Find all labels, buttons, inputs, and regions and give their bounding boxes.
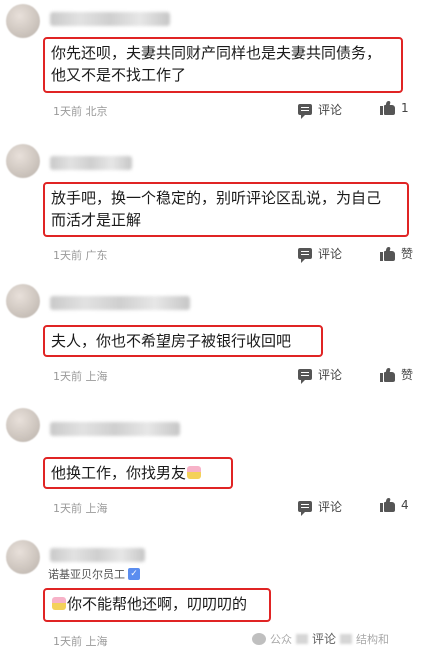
- thumbs-up-icon: [380, 367, 395, 382]
- like-count: 1: [401, 101, 409, 115]
- reply-button[interactable]: 评论: [298, 101, 343, 119]
- like-button[interactable]: 4: [380, 498, 409, 512]
- thumbs-up-icon: [380, 498, 395, 512]
- watermark-suffix: 结构和: [356, 632, 390, 646]
- username-blurred[interactable]: [50, 296, 190, 310]
- comment-line: 你先还呗，夫妻共同财产同样也是夫妻共同债务，: [51, 44, 382, 62]
- watermark: 公众 评论 结构和: [252, 630, 389, 647]
- wechat-icon: [252, 632, 266, 645]
- reply-button[interactable]: 评论: [298, 366, 343, 384]
- user-tag: 诺基亚贝尔员工 ✓: [48, 566, 140, 582]
- comment-time: 1天前: [53, 249, 82, 262]
- comment-location: 广东: [85, 249, 108, 262]
- thumbs-up-icon: [380, 101, 395, 115]
- comment-meta: 1天前 上海: [53, 500, 108, 516]
- reply-label: 评论: [318, 500, 343, 514]
- avatar[interactable]: [6, 408, 40, 442]
- avatar[interactable]: [6, 144, 40, 178]
- comment-bubble-icon: [298, 369, 312, 384]
- like-count: 4: [401, 498, 409, 512]
- comment-line: 放手吧，换一个稳定的，别听评论区乱说，为自己: [51, 189, 382, 207]
- comment-text: 你不能帮他还啊，叨叨叨的: [43, 588, 271, 622]
- comment-time: 1天前: [53, 502, 82, 515]
- comment-bubble-icon: [298, 501, 312, 516]
- comment-bubble-icon: [298, 104, 312, 119]
- reply-label: 评论: [318, 247, 343, 261]
- watermark-blur: [296, 633, 308, 644]
- comment-time: 1天前: [53, 635, 82, 648]
- comment-time: 1天前: [53, 105, 82, 118]
- comment-line: 他换工作，你找男友: [51, 462, 225, 484]
- comment-meta: 1天前 上海: [53, 633, 108, 649]
- comment-line: 夫人，你也不希望房子被银行收回吧: [51, 332, 292, 350]
- reply-button[interactable]: 评论: [298, 245, 343, 263]
- comment-line: 他又不是不找工作了: [51, 66, 187, 84]
- comment-meta: 1天前 广东: [53, 247, 108, 263]
- comment-text: 他换工作，你找男友: [43, 457, 233, 489]
- like-button[interactable]: 1: [380, 101, 409, 115]
- comment-text: 你先还呗，夫妻共同财产同样也是夫妻共同债务， 他又不是不找工作了: [43, 37, 403, 93]
- comment-line-text: 他换工作，你找男友: [51, 464, 187, 482]
- watermark-prefix: 公众: [270, 632, 292, 646]
- comment-location: 上海: [85, 502, 108, 515]
- reply-button[interactable]: 评论: [298, 498, 343, 516]
- comment-location: 上海: [85, 370, 108, 383]
- comment-meta: 1天前 上海: [53, 368, 108, 384]
- comment-time: 1天前: [53, 370, 82, 383]
- watermark-blur: [340, 633, 353, 644]
- username-blurred[interactable]: [50, 548, 145, 562]
- reply-label: 评论: [318, 368, 343, 382]
- like-label: 赞: [401, 247, 414, 261]
- verified-badge-icon: ✓: [128, 568, 140, 580]
- like-label: 赞: [401, 368, 414, 382]
- comment-line: 你不能帮他还啊，叨叨叨的: [51, 593, 263, 615]
- avatar[interactable]: [6, 4, 40, 38]
- emoji-icon: [187, 466, 202, 479]
- comment-meta: 1天前 北京: [53, 103, 108, 119]
- thumbs-up-icon: [380, 246, 395, 261]
- reply-label[interactable]: 评论: [312, 630, 336, 647]
- like-button[interactable]: 赞: [380, 245, 413, 262]
- avatar[interactable]: [6, 284, 40, 318]
- comment-line-text: 你不能帮他还啊，叨叨叨的: [67, 595, 248, 613]
- comment-location: 上海: [85, 635, 108, 648]
- username-blurred[interactable]: [50, 12, 170, 26]
- comment-line: 而活才是正解: [51, 211, 142, 229]
- reply-label: 评论: [318, 103, 343, 117]
- comment-text: 夫人，你也不希望房子被银行收回吧: [43, 325, 323, 357]
- comment-text: 放手吧，换一个稳定的，别听评论区乱说，为自己 而活才是正解: [43, 182, 409, 237]
- like-button[interactable]: 赞: [380, 366, 413, 383]
- comment-location: 北京: [85, 105, 108, 118]
- emoji-icon: [52, 597, 66, 610]
- username-blurred[interactable]: [50, 422, 180, 436]
- username-blurred[interactable]: [50, 156, 132, 170]
- avatar[interactable]: [6, 540, 40, 574]
- user-tag-label: 诺基亚贝尔员工: [48, 568, 125, 581]
- comment-bubble-icon: [298, 248, 312, 263]
